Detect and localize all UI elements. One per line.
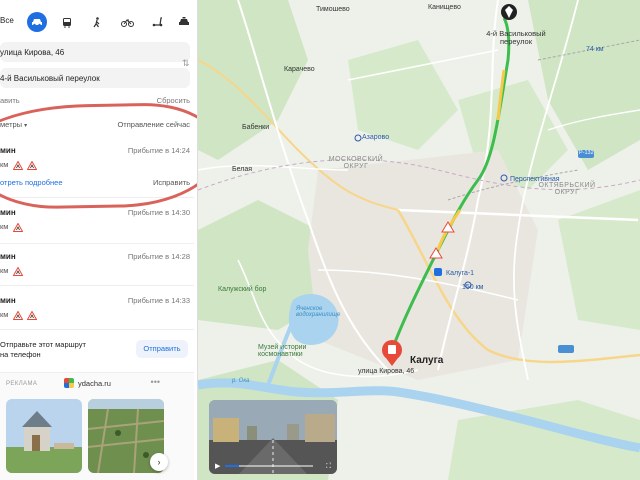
swap-icon[interactable]: ⇅	[182, 58, 190, 69]
route-distance: км	[0, 160, 37, 170]
map-label-babenki: Бабенки	[242, 124, 270, 131]
map-label-kaluga: Калуга	[410, 355, 444, 366]
route-distance-value: км	[0, 266, 9, 275]
walk-icon[interactable]	[87, 12, 107, 32]
parameters-label: метры	[0, 120, 23, 129]
route-filter-row: метры ▾ Отправление сейчас	[0, 120, 190, 129]
road-works-icon	[12, 160, 23, 170]
route-duration: мин	[0, 296, 16, 305]
route-distance-value: км	[0, 160, 9, 169]
road-works-icon	[12, 222, 23, 232]
map-label-r132: Р-132	[579, 150, 594, 156]
route-option-2[interactable]: мин Прибытие в 14:30 км	[0, 208, 194, 244]
send-button[interactable]: Отправить	[136, 340, 188, 358]
destination-marker[interactable]	[501, 4, 517, 20]
bus-icon[interactable]	[57, 12, 77, 32]
panorama-image	[209, 400, 337, 474]
car-icon[interactable]	[27, 12, 47, 32]
ad-tag: РЕКЛАМА	[6, 381, 38, 387]
map-label-km74: 74 км	[586, 46, 604, 53]
map-label-oktyabrsky-district: ОКТЯБРЬСКИЙ ОКРУГ	[538, 182, 596, 196]
map-label-museum: Музей истории космонавтики	[258, 344, 307, 358]
parameters-dropdown[interactable]: метры ▾	[0, 120, 27, 129]
map-label-yachenskoe: Яченское водохранилище	[296, 306, 341, 318]
send-text-line-1: Отправьте этот маршрут	[0, 340, 86, 349]
map-label-perspektivnaya: Перспективная	[510, 176, 560, 183]
ad-block[interactable]: РЕКЛАМА ydacha.ru ••• ›	[0, 372, 194, 480]
map-label-kaluzhsky-bor: Калужский бор	[218, 286, 267, 293]
route-distance-value: км	[0, 310, 9, 319]
railway-station-icon	[434, 268, 442, 276]
map-label-origin: улица Кирова, 46	[358, 368, 415, 375]
route-duration: мин	[0, 252, 16, 261]
route-from-value: улица Кирова, 46	[0, 48, 65, 57]
map-label-destination: 4-й Васильковый переулок	[486, 29, 546, 46]
chevron-down-icon: ▾	[24, 123, 28, 129]
route-from-field[interactable]: улица Кирова, 46	[0, 42, 190, 62]
taxi-icon[interactable]	[174, 12, 194, 32]
send-text-line-2: на телефон	[0, 350, 41, 359]
map-label-azarovo: Азарово	[362, 134, 390, 141]
map-label-oka: р. Ока	[232, 378, 250, 384]
ad-next-button[interactable]: ›	[150, 453, 168, 471]
scooter-icon[interactable]	[147, 12, 167, 32]
route-duration: мин	[0, 208, 16, 217]
route-distance-value: км	[0, 222, 9, 231]
route-sidebar: Все улица Кирова, 46 4-й Васильковый пер…	[0, 0, 198, 480]
ad-image-house[interactable]	[6, 399, 82, 473]
road-works-icon	[26, 310, 37, 320]
route-to-field[interactable]: 4-й Васильковый переулок	[0, 68, 190, 88]
road-works-icon	[12, 266, 23, 276]
route-details-link[interactable]: отреть подробнее	[0, 178, 63, 187]
map-label-timoshevo: Тимошево	[316, 6, 350, 13]
route-distance: км	[0, 310, 37, 320]
route-actions-row: авить Сбросить	[0, 96, 190, 105]
ad-site-favicon-icon	[64, 378, 74, 388]
route-option-1[interactable]: мин Прибытие в 14:24 км отреть подробнее…	[0, 146, 194, 198]
street-panorama-preview[interactable]: ▶ ⛶	[209, 400, 337, 474]
map-label-moskovsky-district: МОСКОВСКИЙ ОКРУГ	[328, 156, 384, 170]
bike-icon[interactable]	[117, 12, 137, 32]
fullscreen-icon[interactable]: ⛶	[326, 463, 331, 471]
map-label-kaluga1: Калуга-1	[446, 270, 475, 277]
route-arrival: Прибытие в 14:33	[127, 296, 190, 305]
mode-all-label[interactable]: Все	[0, 16, 14, 25]
app-root: Тимошево Канищево 4-й Васильковый переул…	[0, 0, 640, 480]
departure-time-selector[interactable]: Отправление сейчас	[117, 120, 190, 129]
map-label-km150: 150 км	[462, 284, 484, 291]
route-arrival: Прибытие в 14:24	[127, 146, 190, 155]
route-arrival: Прибытие в 14:28	[127, 252, 190, 261]
panorama-progress-fill	[225, 465, 240, 467]
map-label-belaya: Белая	[232, 166, 253, 173]
route-option-3[interactable]: мин Прибытие в 14:28 км	[0, 252, 194, 286]
send-to-phone-text: Отправьте этот маршрут на телефон	[0, 340, 86, 360]
transport-mode-bar: Все	[0, 8, 197, 36]
route-arrival: Прибытие в 14:30	[127, 208, 190, 217]
route-distance: км	[0, 222, 23, 232]
route-fix-link[interactable]: Исправить	[153, 178, 190, 187]
play-icon[interactable]: ▶	[215, 462, 220, 470]
add-point-link[interactable]: авить	[0, 96, 20, 105]
send-to-phone-block: Отправьте этот маршрут на телефон Отправ…	[0, 336, 194, 366]
map-label-kanishchevo: Канищево	[428, 4, 461, 11]
route-option-4[interactable]: мин Прибытие в 14:33 км	[0, 296, 194, 330]
panorama-progress-bar[interactable]	[225, 465, 313, 467]
route-to-value: 4-й Васильковый переулок	[0, 74, 100, 83]
road-works-icon	[26, 160, 37, 170]
route-distance: км	[0, 266, 23, 276]
more-options-icon[interactable]: •••	[151, 377, 160, 387]
route-duration: мин	[0, 146, 16, 155]
road-works-icon	[12, 310, 23, 320]
ad-site-name[interactable]: ydacha.ru	[78, 379, 111, 388]
reset-link[interactable]: Сбросить	[157, 96, 190, 105]
map-label-karachevo: Карачево	[284, 66, 315, 73]
